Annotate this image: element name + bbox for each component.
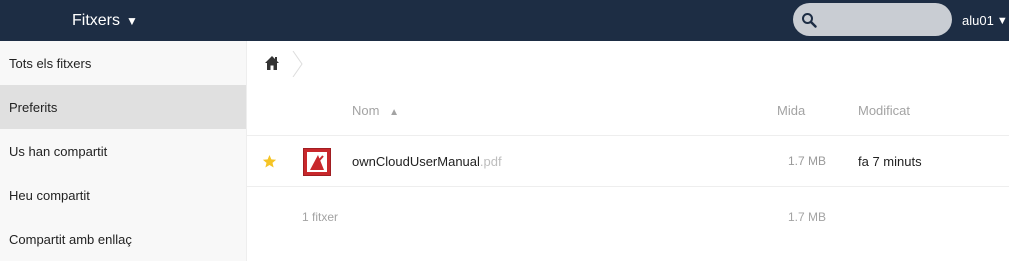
file-name-link[interactable]: ownCloudUserManual.pdf [352, 154, 502, 169]
summary-total-size: 1.7 MB [788, 210, 827, 224]
app-name: Fitxers [72, 11, 120, 29]
chevron-down-icon: ▼ [126, 13, 138, 28]
summary-file-count: 1 fitxer [302, 210, 339, 224]
sidebar-item-shared-by-you[interactable]: Heu compartit [0, 173, 246, 217]
sidebar-item-shared-with-you[interactable]: Us han compartit [0, 129, 246, 173]
column-header-name[interactable]: Nom ▲ [352, 103, 399, 118]
file-modified: fa 7 minuts [858, 154, 922, 169]
search-input[interactable] [823, 3, 947, 38]
row-divider [247, 186, 1009, 187]
breadcrumb-separator-icon [292, 51, 303, 77]
sidebar-item-favorites[interactable]: Preferits [0, 85, 246, 129]
breadcrumb [247, 41, 1009, 85]
sidebar-item-label: Preferits [9, 99, 58, 115]
home-icon[interactable] [264, 55, 280, 71]
sort-ascending-icon: ▲ [389, 107, 399, 118]
top-header: Fitxers ▼ alu01 ▼ [0, 0, 1009, 41]
file-basename: ownCloudUserManual [352, 154, 480, 169]
user-name: alu01 [962, 13, 994, 28]
column-header-modified[interactable]: Modificat [858, 103, 910, 118]
sidebar-item-label: Heu compartit [9, 187, 90, 203]
header-divider [247, 135, 1009, 136]
file-extension: .pdf [479, 154, 502, 169]
star-icon[interactable] [262, 154, 277, 169]
sidebar-item-label: Compartit amb enllaç [9, 231, 132, 247]
sidebar-item-label: Us han compartit [9, 143, 108, 159]
sidebar-item-all-files[interactable]: Tots els fitxers [0, 41, 246, 85]
search-box[interactable] [793, 3, 952, 38]
search-icon [802, 13, 817, 28]
sidebar-item-shared-by-link[interactable]: Compartit amb enllaç [0, 217, 246, 261]
app-menu-button[interactable]: Fitxers ▼ [72, 0, 138, 41]
column-header-size[interactable]: Mida [777, 103, 805, 118]
sidebar: Tots els fitxers Preferits Us han compar… [0, 41, 247, 261]
sidebar-item-label: Tots els fitxers [9, 55, 92, 71]
chevron-down-icon: ▼ [996, 14, 1008, 27]
pdf-file-icon [303, 148, 331, 176]
file-size: 1.7 MB [788, 154, 827, 168]
user-menu-button[interactable]: alu01 ▼ [962, 0, 1008, 41]
